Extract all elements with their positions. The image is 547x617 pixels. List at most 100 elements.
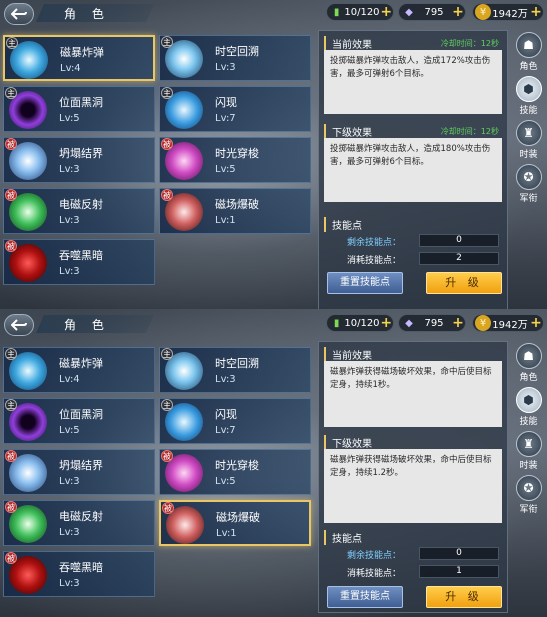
cost-points-label: 消耗技能点： (347, 256, 402, 266)
skill-card-em-reflect[interactable]: 被 电磁反射 Lv:3 (3, 188, 155, 234)
current-effect-heading: 当前效果 (324, 347, 372, 362)
energy-potion-icon: ▮ (333, 6, 340, 18)
cost-points-value: 2 (419, 252, 499, 265)
reset-skill-points-button[interactable]: 重置技能点 (327, 272, 403, 294)
skill-card-devour-darkness[interactable]: 被 吞噬黑暗 Lv:3 (3, 551, 155, 597)
current-effect-description: 投掷磁暴炸弹攻击敌人，造成172%攻击伤害，最多可弹射6个目标。 (324, 50, 502, 114)
skill-level: Lv:5 (59, 425, 80, 436)
skill-card-time-travel[interactable]: 被 时光穿梭 Lv:5 (159, 137, 311, 183)
skill-level: Lv:3 (59, 266, 80, 277)
tab-label: 军衔 (519, 505, 538, 515)
add-diamond-button[interactable]: + (451, 4, 465, 20)
diamond-resource: ◆ 795 + (398, 314, 466, 332)
skill-card-time-rewind[interactable]: 主 时空回溯 Lv:3 (159, 347, 311, 393)
energy-value: 10/120 (344, 6, 380, 18)
skill-name: 电磁反射 (59, 510, 103, 523)
costume-armor-icon: ♜ (515, 120, 542, 146)
skill-hex-icon: ⬢ (515, 387, 542, 413)
add-gold-button[interactable]: + (529, 315, 543, 331)
skill-name: 坍塌结界 (59, 147, 103, 160)
tab-rank[interactable]: ✪ 军衔 (512, 164, 545, 208)
upgrade-button[interactable]: 升 级 (426, 272, 502, 294)
add-gold-button[interactable]: + (529, 4, 543, 20)
add-energy-button[interactable]: + (380, 315, 393, 331)
skill-name: 电磁反射 (59, 198, 103, 211)
gold-resource: ¥ 1942万 + (472, 314, 544, 332)
add-energy-button[interactable]: + (380, 4, 393, 20)
skill-screen-2: 角 色 ▮ 10/120 + ◆ 795 + ¥ 1942万 + 主 磁暴炸弹 … (0, 309, 547, 617)
next-effect-description: 磁暴炸弹获得磁场破坏效果，命中后使目标定身，持续1.2秒。 (324, 449, 502, 523)
energy-potion-icon: ▮ (333, 317, 340, 329)
tab-costume[interactable]: ♜ 时装 (512, 431, 545, 475)
upgrade-button[interactable]: 升 级 (426, 586, 502, 608)
skill-card-magnetic-burst[interactable]: 被 磁场爆破 Lv:1 (159, 500, 311, 546)
page-title: 角 色 (64, 318, 110, 332)
skill-level: Lv:5 (215, 164, 236, 175)
skill-name: 位面黑洞 (59, 96, 103, 109)
tab-label: 军衔 (519, 194, 538, 204)
skill-card-plane-blackhole[interactable]: 主 位面黑洞 Lv:5 (3, 86, 155, 132)
page-title: 角 色 (64, 7, 110, 21)
diamond-value: 795 (424, 6, 444, 18)
diamond-resource: ◆ 795 + (398, 3, 466, 21)
tab-character[interactable]: ☗ 角色 (512, 32, 545, 76)
passive-skill-badge: 被 (5, 138, 17, 150)
tab-rank[interactable]: ✪ 军衔 (512, 475, 545, 519)
next-effect-heading: 下级效果 (324, 435, 372, 450)
tab-label: 时装 (519, 461, 538, 471)
next-cooldown: 冷却时间：12秒 (440, 127, 499, 136)
active-skill-badge: 主 (5, 348, 17, 360)
remaining-points-label: 剩余技能点： (347, 238, 402, 248)
skill-card-em-reflect[interactable]: 被 电磁反射 Lv:3 (3, 500, 155, 546)
back-button[interactable] (4, 314, 34, 336)
tab-character[interactable]: ☗ 角色 (512, 343, 545, 387)
skill-card-flash[interactable]: 主 闪现 Lv:7 (159, 86, 311, 132)
tab-skill[interactable]: ⬢ 技能 (512, 387, 545, 431)
skill-name: 时光穿梭 (215, 147, 259, 160)
diamond-icon: ◆ (405, 6, 413, 18)
energy-value: 10/120 (344, 317, 380, 329)
skill-card-collapse-barrier[interactable]: 被 坍塌结界 Lv:3 (3, 449, 155, 495)
skill-name: 磁场爆破 (215, 198, 259, 211)
back-button[interactable] (4, 3, 34, 25)
current-cooldown: 冷却时间：12秒 (440, 39, 499, 48)
skill-name: 吞噬黑暗 (59, 561, 103, 574)
skill-card-time-rewind[interactable]: 主 时空回溯 Lv:3 (159, 35, 311, 81)
skill-name: 磁暴炸弹 (59, 357, 103, 370)
tab-costume[interactable]: ♜ 时装 (512, 120, 545, 164)
remaining-points-value: 0 (419, 234, 499, 247)
skill-card-time-travel[interactable]: 被 时光穿梭 Lv:5 (159, 449, 311, 495)
diamond-icon: ◆ (405, 317, 413, 329)
skill-level: Lv:3 (59, 215, 80, 226)
reset-skill-points-button[interactable]: 重置技能点 (327, 586, 403, 608)
skill-level: Lv:1 (216, 528, 237, 539)
current-effect-description: 磁暴炸弹获得磁场破坏效果，命中后使目标定身，持续1秒。 (324, 361, 502, 427)
tab-label: 角色 (519, 373, 538, 383)
gold-coin-icon: ¥ (475, 4, 491, 20)
skill-card-magnetic-bomb[interactable]: 主 磁暴炸弹 Lv:4 (3, 347, 155, 393)
passive-skill-badge: 被 (5, 240, 17, 252)
skill-card-collapse-barrier[interactable]: 被 坍塌结界 Lv:3 (3, 137, 155, 183)
diamond-value: 795 (424, 317, 444, 329)
passive-skill-badge: 被 (161, 138, 173, 150)
tab-skill[interactable]: ⬢ 技能 (512, 76, 545, 120)
skill-level: Lv:7 (215, 425, 236, 436)
tab-label: 技能 (519, 417, 538, 427)
gold-coin-icon: ¥ (475, 315, 491, 331)
skill-level: Lv:3 (59, 476, 80, 487)
active-skill-badge: 主 (6, 37, 18, 49)
skill-card-plane-blackhole[interactable]: 主 位面黑洞 Lv:5 (3, 398, 155, 444)
skill-card-flash[interactable]: 主 闪现 Lv:7 (159, 398, 311, 444)
cost-points-value: 1 (419, 565, 499, 578)
add-diamond-button[interactable]: + (451, 315, 465, 331)
skill-card-magnetic-bomb[interactable]: 主 磁暴炸弹 Lv:4 (3, 35, 155, 81)
remaining-points-label: 剩余技能点： (347, 551, 402, 561)
top-bar: 角 色 ▮ 10/120 + ◆ 795 + ¥ 1942万 + (0, 0, 547, 26)
character-helmet-icon: ☗ (515, 32, 542, 58)
active-skill-badge: 主 (161, 87, 173, 99)
skill-card-magnetic-burst[interactable]: 被 磁场爆破 Lv:1 (159, 188, 311, 234)
back-arrow-icon (11, 319, 27, 331)
passive-skill-badge: 被 (161, 189, 173, 201)
skill-hex-icon: ⬢ (515, 76, 542, 102)
skill-card-devour-darkness[interactable]: 被 吞噬黑暗 Lv:3 (3, 239, 155, 285)
